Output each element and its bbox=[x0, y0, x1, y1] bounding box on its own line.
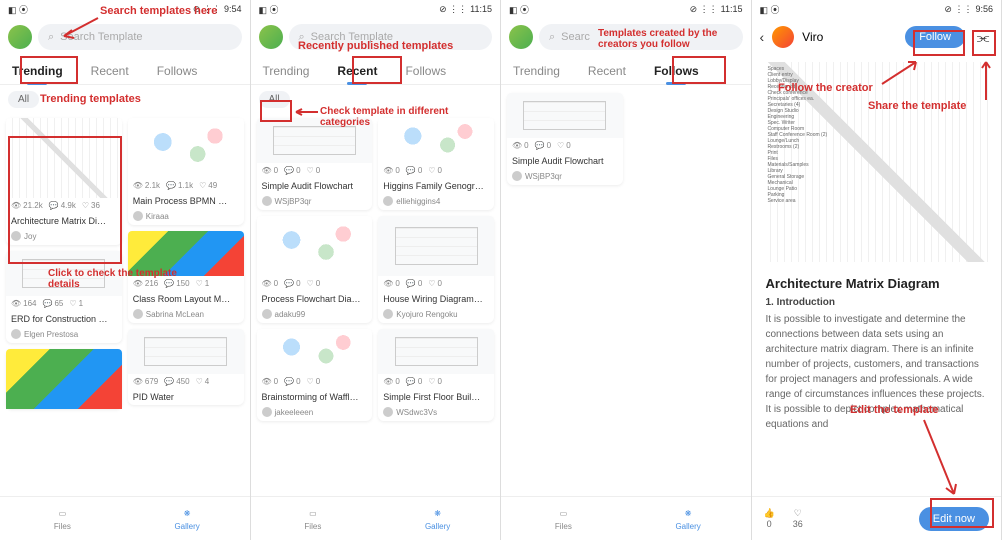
matrix-row-labels: SpacesClient entryLobby/DisplayReception… bbox=[768, 66, 828, 204]
chip-all[interactable]: All bbox=[8, 91, 39, 108]
heart-button[interactable]: ♡36 bbox=[793, 508, 803, 529]
screen-follows: ◧ ⦿⊘ ⋮⋮11:15 ⌕Searc Trending Recent Foll… bbox=[501, 0, 752, 540]
template-preview[interactable]: SpacesClient entryLobby/DisplayReception… bbox=[764, 62, 990, 262]
template-card[interactable]: 👁 0💬 0♡ 0 Process Flowchart Dia… adaku99 bbox=[257, 216, 373, 323]
search-input[interactable]: ⌕Searc bbox=[539, 24, 743, 50]
screen-recent: ◧ ⦿⊘ ⋮⋮11:15 ⌕Search Template Trending R… bbox=[251, 0, 502, 540]
card-title: Main Process BPMN … bbox=[128, 193, 244, 209]
signal-icon: ◧ ⦿ bbox=[8, 3, 28, 16]
template-card[interactable]: 👁 0💬 0♡ 0 House Wiring Diagram… Kyojuro … bbox=[378, 216, 494, 323]
tab-trending[interactable]: Trending bbox=[259, 56, 314, 84]
nav-files[interactable]: ▭Files bbox=[501, 497, 626, 540]
status-bar: ◧ ⦿ ⊘ ⋮⋮9:54 bbox=[0, 0, 250, 18]
tab-follows[interactable]: Follows bbox=[153, 56, 202, 84]
template-card[interactable]: 👁 0💬 0♡ 0 Higgins Family Genogr… elliehi… bbox=[378, 118, 494, 210]
tab-follows[interactable]: Follows bbox=[401, 56, 450, 84]
card-title: Class Room Layout M… bbox=[128, 291, 244, 307]
tab-trending[interactable]: Trending bbox=[509, 56, 564, 84]
avatar[interactable] bbox=[8, 25, 32, 49]
thumbnail bbox=[128, 329, 244, 374]
card-title: ERD for Construction … bbox=[6, 311, 122, 327]
search-placeholder: Search Template bbox=[60, 31, 142, 43]
heart-icon: ♡ bbox=[794, 508, 802, 519]
nav-gallery[interactable]: ❋Gallery bbox=[125, 497, 250, 540]
gallery-icon: ❋ bbox=[178, 507, 196, 521]
template-card[interactable]: 👁 2.1k💬 1.1k♡ 49 Main Process BPMN … Kir… bbox=[128, 118, 244, 225]
template-card[interactable]: 👁 0💬 0♡ 0 Simple Audit Flowchart WSjBP3q… bbox=[257, 118, 373, 210]
status-time: 9:54 bbox=[224, 4, 242, 14]
author-avatar bbox=[11, 231, 21, 241]
template-card[interactable]: 👁 679💬 450♡ 4 PID Water bbox=[128, 329, 244, 405]
tab-recent[interactable]: Recent bbox=[333, 56, 381, 84]
thumbnail bbox=[128, 118, 244, 178]
comments: 💬 4.9k bbox=[49, 201, 76, 210]
share-icon[interactable]: ⫘ bbox=[973, 27, 993, 47]
chip-all[interactable]: All bbox=[259, 91, 290, 108]
likes: ♡ 36 bbox=[82, 201, 100, 210]
section-heading: 1. Introduction bbox=[766, 297, 988, 308]
template-card[interactable]: 👁 21.2k 💬 4.9k ♡ 36 Architecture Matrix Di… bbox=[6, 118, 122, 245]
folder-icon: ▭ bbox=[53, 507, 71, 521]
avatar[interactable] bbox=[509, 25, 533, 49]
back-icon[interactable]: ‹ bbox=[760, 29, 765, 45]
template-card[interactable]: 👁 216💬 150♡ 1 Class Room Layout M… Sabri… bbox=[128, 231, 244, 323]
thumbnail bbox=[128, 231, 244, 276]
nav-files[interactable]: ▭Files bbox=[251, 497, 376, 540]
thumbsup-icon: 👍 bbox=[764, 508, 775, 519]
nav-files[interactable]: ▭Files bbox=[0, 497, 125, 540]
template-card[interactable]: 👁 0💬 0♡ 0 Simple First Floor Buil… WSdwc… bbox=[378, 329, 494, 421]
like-button[interactable]: 👍0 bbox=[764, 508, 775, 529]
template-card[interactable]: 👁 0💬 0♡ 0 Simple Audit Flowchart WSjBP3q… bbox=[507, 93, 623, 185]
nav-gallery[interactable]: ❋Gallery bbox=[626, 497, 751, 540]
template-title: Architecture Matrix Diagram bbox=[766, 276, 988, 291]
status-icons: ⊘ ⋮⋮ bbox=[193, 4, 221, 15]
creator-avatar[interactable] bbox=[772, 26, 794, 48]
thumbnail bbox=[6, 349, 122, 409]
screen-trending: ◧ ⦿ ⊘ ⋮⋮9:54 ⌕ Search Template Trending … bbox=[0, 0, 251, 540]
search-icon: ⌕ bbox=[48, 31, 54, 44]
search-input[interactable]: ⌕Search Template bbox=[289, 24, 493, 50]
tab-trending[interactable]: Trending bbox=[8, 56, 67, 84]
template-card[interactable]: 👁 164💬 65♡ 1 ERD for Construction … Elge… bbox=[6, 251, 122, 343]
template-card[interactable]: 👁 0💬 0♡ 0 Brainstorming of Waffl… jakeel… bbox=[257, 329, 373, 421]
edit-now-button[interactable]: Edit now bbox=[919, 507, 989, 531]
card-title: PID Water bbox=[128, 389, 244, 405]
follow-button[interactable]: Follow bbox=[905, 26, 965, 48]
search-icon: ⌕ bbox=[549, 31, 555, 44]
search-input[interactable]: ⌕ Search Template bbox=[38, 24, 242, 50]
card-title: Architecture Matrix Di… bbox=[6, 213, 122, 229]
avatar[interactable] bbox=[259, 25, 283, 49]
nav-gallery[interactable]: ❋Gallery bbox=[375, 497, 500, 540]
screen-detail: ◧ ⦿⊘ ⋮⋮9:56 ‹ Viro Follow ⫘ SpacesClient… bbox=[752, 0, 1002, 540]
template-card[interactable] bbox=[6, 349, 122, 409]
author-name: Joy bbox=[24, 232, 36, 241]
thumbnail bbox=[6, 118, 122, 198]
tab-follows[interactable]: Follows bbox=[650, 56, 703, 84]
tab-recent[interactable]: Recent bbox=[584, 56, 630, 84]
views: 👁 21.2k bbox=[11, 201, 43, 210]
description-text: It is possible to investigate and determ… bbox=[766, 312, 988, 432]
search-icon: ⌕ bbox=[299, 31, 305, 44]
tab-recent[interactable]: Recent bbox=[87, 56, 133, 84]
creator-name: Viro bbox=[802, 30, 897, 44]
thumbnail bbox=[6, 251, 122, 296]
